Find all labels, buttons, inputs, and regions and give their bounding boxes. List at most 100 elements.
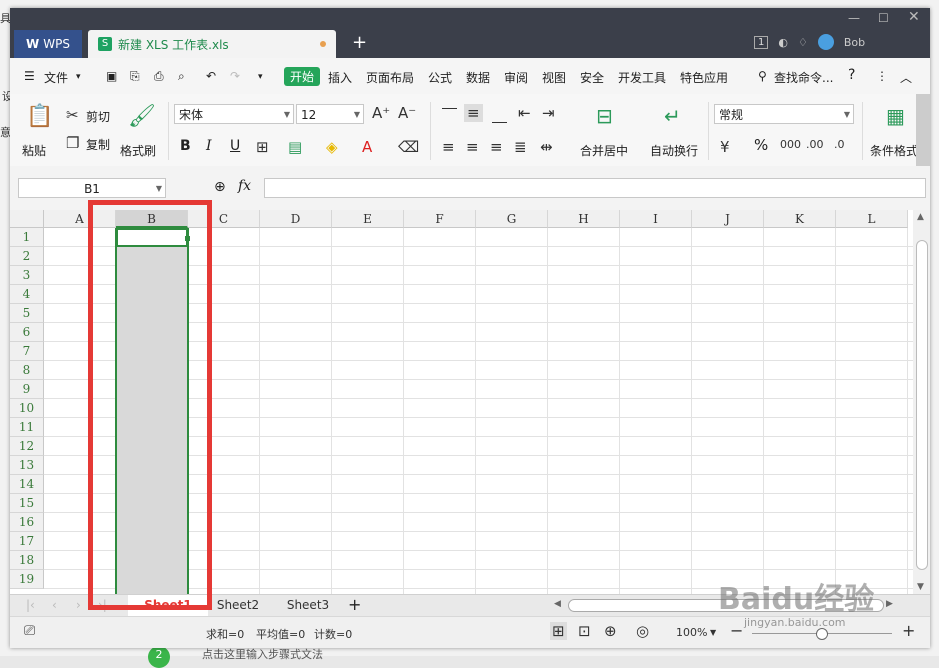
new-tab-button[interactable]: + (352, 32, 367, 53)
redo-icon[interactable]: ↷ (230, 69, 240, 83)
column-header-h[interactable]: H (548, 210, 620, 228)
search-commands[interactable]: 查找命令... (774, 69, 833, 86)
chevron-down-icon[interactable]: ▼ (710, 628, 716, 637)
page-break-view-icon[interactable]: ⊡ (578, 622, 591, 640)
add-sheet-icon[interactable]: + (348, 595, 361, 614)
scroll-right-icon[interactable]: ▶ (886, 599, 893, 609)
zoom-out-icon[interactable]: − (730, 621, 743, 640)
borders-icon[interactable]: ⊞ (256, 138, 269, 156)
sheet-tab-2[interactable]: Sheet2 (208, 595, 268, 616)
row-header[interactable]: 19 (10, 570, 44, 589)
tab-formulas[interactable]: 公式 (428, 69, 452, 86)
quick-access-dropdown-icon[interactable]: ▾ (258, 72, 263, 82)
clear-format-icon[interactable]: ⌫ (398, 138, 419, 156)
row-header[interactable]: 15 (10, 494, 44, 513)
scroll-down-icon[interactable]: ▼ (917, 582, 924, 592)
align-right-icon[interactable]: ≡ (490, 138, 503, 156)
select-all-corner[interactable] (10, 210, 44, 228)
minimize-icon[interactable]: — (848, 11, 860, 25)
reading-mode-icon[interactable]: ◎ (636, 622, 649, 640)
font-color-icon[interactable]: A (362, 138, 372, 156)
column-header-l[interactable]: L (836, 210, 908, 228)
align-middle-icon[interactable]: ≡ (464, 104, 483, 122)
row-header[interactable]: 2 (10, 247, 44, 266)
format-painter-icon[interactable]: 🖌 (128, 104, 156, 129)
hamburger-icon[interactable]: ☰ (24, 69, 35, 83)
sheet-tab-3[interactable]: Sheet3 (278, 595, 338, 616)
justify-icon[interactable]: ≣ (514, 138, 527, 156)
cell-style-icon[interactable]: ▤ (288, 138, 302, 156)
font-size-select[interactable]: 12 ▼ (296, 104, 364, 124)
zoom-search-icon[interactable]: ⊕ (214, 179, 226, 195)
column-header-f[interactable]: F (404, 210, 476, 228)
column-header-k[interactable]: K (764, 210, 836, 228)
user-name[interactable]: Bob (844, 36, 865, 49)
row-header[interactable]: 10 (10, 399, 44, 418)
distributed-icon[interactable]: ⇹ (540, 138, 553, 156)
insert-function-button[interactable]: fx (238, 178, 251, 194)
zoom-slider-thumb[interactable] (816, 628, 828, 640)
increase-decimal-icon[interactable]: .00 (806, 138, 824, 151)
conditional-format-button[interactable]: 条件格式 (870, 142, 918, 159)
row-header[interactable]: 16 (10, 513, 44, 532)
macro-icon[interactable]: ⎚ (24, 623, 35, 639)
normal-view-icon[interactable]: ⊞ (550, 622, 567, 640)
document-tab[interactable]: S 新建 XLS 工作表.xls (88, 30, 336, 58)
format-painter-button[interactable]: 格式刷 (120, 142, 156, 159)
column-header-i[interactable]: I (620, 210, 692, 228)
align-center-icon[interactable]: ≡ (466, 138, 479, 156)
first-sheet-icon[interactable]: |‹ (26, 598, 35, 612)
underline-button[interactable]: U (230, 138, 240, 154)
maximize-icon[interactable]: ☐ (878, 11, 889, 25)
percent-button[interactable]: % (754, 136, 768, 154)
copy-button[interactable]: 复制 (86, 136, 110, 153)
wps-home-tab[interactable]: W WPS (14, 30, 82, 58)
vertical-scroll-thumb[interactable] (916, 240, 928, 570)
tab-developer[interactable]: 开发工具 (618, 69, 666, 86)
merge-icon[interactable]: ⊟ (596, 104, 613, 128)
column-header-d[interactable]: D (260, 210, 332, 228)
tab-home[interactable]: 开始 (284, 67, 321, 86)
chevron-down-icon[interactable]: ▾ (76, 72, 81, 82)
decrease-font-icon[interactable]: A⁻ (398, 104, 416, 122)
tab-review[interactable]: 审阅 (504, 69, 528, 86)
tab-data[interactable]: 数据 (466, 69, 490, 86)
formula-input[interactable] (264, 178, 926, 198)
search-icon[interactable]: ⚲ (758, 69, 767, 83)
row-header[interactable]: 5 (10, 304, 44, 323)
currency-icon[interactable]: ¥ (720, 138, 730, 156)
tab-special-apps[interactable]: 特色应用 (680, 69, 728, 86)
wrap-text-button[interactable]: 自动换行 (650, 142, 698, 159)
help-icon[interactable]: ? (848, 67, 855, 83)
row-header[interactable]: 17 (10, 532, 44, 551)
column-header-e[interactable]: E (332, 210, 404, 228)
conditional-format-icon[interactable]: ▦ (886, 104, 905, 128)
thousands-icon[interactable]: 000 (780, 138, 801, 151)
increase-font-icon[interactable]: A⁺ (372, 104, 390, 122)
scroll-left-icon[interactable]: ◀ (554, 599, 561, 609)
merge-center-button[interactable]: 合并居中 (580, 142, 628, 159)
avatar[interactable] (817, 34, 834, 50)
align-top-icon[interactable]: ⎺ (442, 106, 457, 124)
increase-indent-icon[interactable]: ⇥ (542, 104, 555, 122)
row-header[interactable]: 12 (10, 437, 44, 456)
collapse-ribbon-icon[interactable]: ︿ (900, 69, 912, 86)
cut-button[interactable]: 剪切 (86, 108, 110, 125)
row-header[interactable]: 9 (10, 380, 44, 399)
wrap-text-icon[interactable]: ↵ (664, 104, 681, 128)
zoom-in-icon[interactable]: + (902, 621, 915, 640)
column-header-g[interactable]: G (476, 210, 548, 228)
file-menu[interactable]: 文件 (44, 69, 68, 86)
number-format-select[interactable]: 常规 ▼ (714, 104, 854, 124)
tab-view[interactable]: 视图 (542, 69, 566, 86)
row-header[interactable]: 11 (10, 418, 44, 437)
column-header-j[interactable]: J (692, 210, 764, 228)
next-sheet-icon[interactable]: › (76, 598, 81, 612)
undo-icon[interactable]: ↶ (206, 69, 216, 83)
skin-icon[interactable]: ◐ (778, 36, 788, 49)
tab-page-layout[interactable]: 页面布局 (366, 69, 414, 86)
italic-button[interactable]: I (206, 138, 212, 154)
row-header[interactable]: 18 (10, 551, 44, 570)
page-layout-view-icon[interactable]: ⊕ (604, 622, 617, 640)
name-box[interactable]: B1 ▼ (18, 178, 166, 198)
